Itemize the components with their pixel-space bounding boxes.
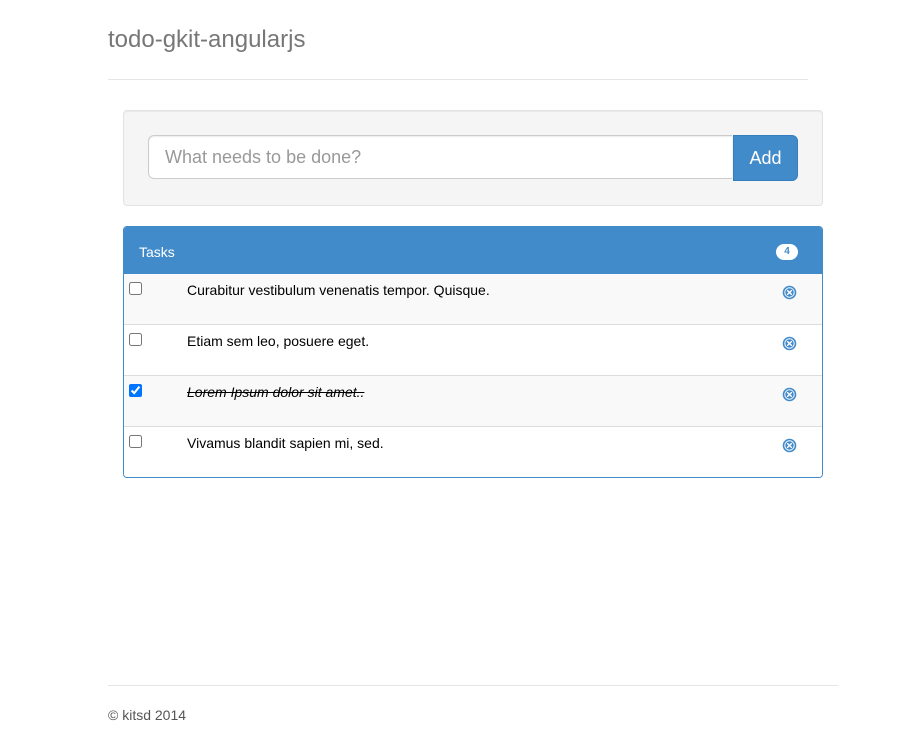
task-row: Lorem Ipsum dolor sit amet.. — [124, 375, 822, 426]
task-done-checkbox[interactable] — [129, 282, 142, 295]
task-done-checkbox[interactable] — [129, 435, 142, 448]
task-text: Vivamus blandit sapien mi, sed. — [187, 435, 384, 451]
tasks-panel-heading: Tasks 4 — [124, 227, 822, 274]
task-done-checkbox[interactable] — [129, 333, 142, 346]
task-list: Curabitur vestibulum venenatis tempor. Q… — [124, 274, 822, 477]
add-button[interactable]: Add — [733, 135, 798, 181]
task-text: Lorem Ipsum dolor sit amet.. — [187, 384, 365, 400]
remove-circle-icon[interactable] — [782, 285, 797, 300]
task-text: Curabitur vestibulum venenatis tempor. Q… — [187, 282, 490, 298]
remove-circle-icon[interactable] — [782, 387, 797, 402]
new-todo-form: Add — [123, 110, 823, 206]
copyright-text: © kitsd 2014 — [108, 707, 187, 723]
task-row: Etiam sem leo, posuere eget. — [124, 324, 822, 375]
task-row: Vivamus blandit sapien mi, sed. — [124, 426, 822, 477]
tasks-panel-title: Tasks — [139, 244, 175, 260]
tasks-panel: Tasks 4 Curabitur vestibulum venenatis t… — [123, 226, 823, 478]
footer: © kitsd 2014 — [108, 685, 838, 723]
page-header: todo-gkit-angularjs — [108, 0, 808, 80]
task-row: Curabitur vestibulum venenatis tempor. Q… — [124, 274, 822, 324]
page-title: todo-gkit-angularjs — [108, 26, 306, 53]
remove-circle-icon[interactable] — [782, 438, 797, 453]
task-text: Etiam sem leo, posuere eget. — [187, 333, 370, 349]
new-todo-input[interactable] — [148, 135, 732, 179]
task-count-badge: 4 — [776, 244, 798, 260]
remove-circle-icon[interactable] — [782, 336, 797, 351]
task-done-checkbox[interactable] — [129, 384, 142, 397]
